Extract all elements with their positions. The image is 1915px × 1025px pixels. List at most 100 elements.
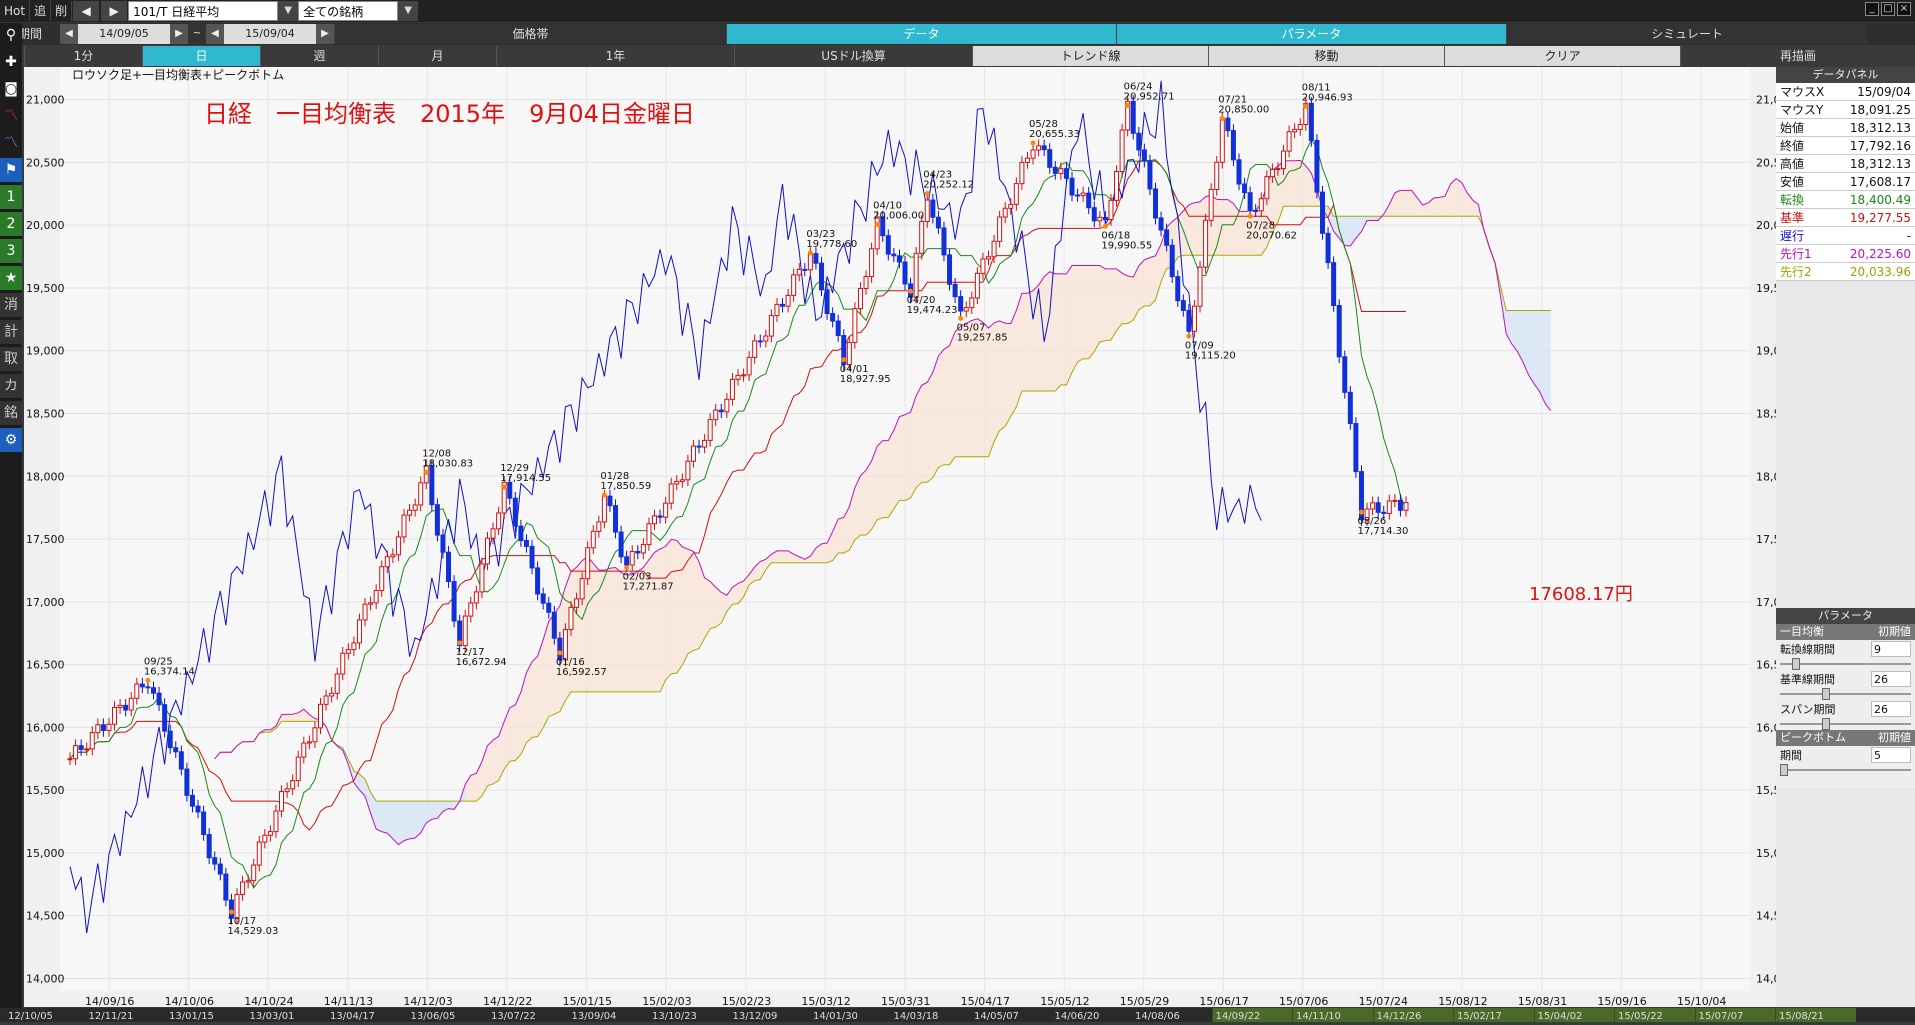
data-row: 始値18,312.13 bbox=[1776, 119, 1915, 137]
gear-icon[interactable]: ⚙ bbox=[0, 428, 22, 452]
param-slider[interactable] bbox=[1780, 718, 1911, 730]
peakbottom-reset[interactable]: 初期値 bbox=[1874, 730, 1915, 746]
tab-simulate[interactable]: シミュレート bbox=[1506, 24, 1867, 44]
flag-icon[interactable]: ⚑ bbox=[0, 158, 22, 182]
data-row-value: 20,033.96 bbox=[1850, 263, 1911, 280]
peak-value: 19,115.20 bbox=[1185, 350, 1236, 361]
candle-body bbox=[697, 446, 701, 447]
y-tick-left: 14,500 bbox=[26, 910, 65, 923]
universe-dropdown-icon[interactable]: ▼ bbox=[398, 1, 418, 21]
clear-button[interactable]: クリア bbox=[1444, 46, 1680, 66]
candle-body bbox=[285, 789, 289, 792]
peak-value: 17,271.87 bbox=[623, 582, 674, 593]
candle-body bbox=[369, 603, 373, 604]
candle-body bbox=[68, 759, 72, 760]
tab-week[interactable]: 週 bbox=[260, 46, 378, 66]
tab-day[interactable]: 日 bbox=[142, 46, 260, 66]
redraw-button[interactable]: 再描画 bbox=[1680, 46, 1915, 66]
bottom-time-axis[interactable]: 12/10/0512/11/2113/01/1513/03/0113/04/17… bbox=[0, 1008, 1915, 1022]
peak-value: 20,252.12 bbox=[923, 180, 974, 191]
date-from-field[interactable]: 14/09/05 bbox=[78, 24, 170, 44]
bottom-axis-tick: 13/10/23 bbox=[652, 1011, 697, 1022]
sidebar-item-erase[interactable]: 消 bbox=[0, 293, 22, 317]
param-slider[interactable] bbox=[1780, 658, 1911, 670]
maximize-icon[interactable]: □ bbox=[1881, 2, 1895, 16]
symbol-dropdown-icon[interactable]: ▼ bbox=[278, 1, 298, 21]
candle-body bbox=[430, 465, 434, 504]
prev-arrow-icon[interactable]: ◀ bbox=[73, 1, 99, 21]
date-from-right-icon[interactable]: ▶ bbox=[170, 24, 188, 44]
y-tick-right: 15,000 bbox=[1756, 847, 1776, 860]
candle-body bbox=[135, 684, 139, 698]
sidebar-item-ka[interactable]: カ bbox=[0, 374, 22, 398]
hot-button[interactable]: Hot bbox=[0, 1, 30, 21]
candle-body bbox=[1059, 169, 1063, 174]
tab-price-zone[interactable]: 価格帯 bbox=[334, 24, 726, 44]
minimize-icon[interactable]: _ bbox=[1865, 2, 1879, 16]
candle-body bbox=[686, 461, 690, 480]
tab-usd[interactable]: USドル換算 bbox=[734, 46, 972, 66]
sidebar-item-calc[interactable]: 計 bbox=[0, 320, 22, 344]
candle-body bbox=[1103, 217, 1107, 219]
candle-body bbox=[1209, 189, 1213, 220]
star-icon[interactable]: ★ bbox=[0, 266, 22, 290]
candle-body bbox=[113, 708, 117, 725]
chart-area[interactable]: 09/2516,374.1410/1714,529.0312/0818,030.… bbox=[24, 67, 1776, 1007]
candle-body bbox=[1309, 103, 1313, 140]
peak-period-input[interactable]: 5 bbox=[1871, 747, 1911, 763]
delete-button[interactable]: 削 bbox=[51, 1, 72, 21]
candle-body bbox=[953, 284, 957, 296]
sidebar-item-3[interactable]: 3 bbox=[0, 239, 22, 263]
candle-body bbox=[246, 881, 250, 882]
peak-value: 16,374.14 bbox=[144, 666, 195, 677]
peak-period-slider[interactable] bbox=[1780, 764, 1911, 776]
date-to-left-icon[interactable]: ◀ bbox=[206, 24, 224, 44]
search-icon[interactable]: ⚲ bbox=[0, 23, 22, 47]
next-arrow-icon[interactable]: ▶ bbox=[101, 1, 127, 21]
peak-marker bbox=[875, 222, 880, 227]
tab-1year[interactable]: 1年 bbox=[496, 46, 734, 66]
candle-body bbox=[319, 704, 323, 728]
param-input[interactable]: 26 bbox=[1871, 671, 1911, 687]
camera-icon[interactable]: ◙ bbox=[0, 77, 22, 101]
ichimoku-chart[interactable]: 09/2516,374.1410/1714,529.0312/0818,030.… bbox=[24, 67, 1776, 1007]
add-button[interactable]: 追 bbox=[30, 1, 51, 21]
peak-value: 17,714.30 bbox=[1357, 526, 1408, 537]
bottom-axis-tick: 13/06/05 bbox=[411, 1011, 456, 1022]
candle-body bbox=[1259, 199, 1263, 211]
candle-body bbox=[597, 522, 601, 531]
ichimoku-reset[interactable]: 初期値 bbox=[1874, 624, 1915, 640]
candle-body bbox=[491, 529, 495, 538]
tab-parameter[interactable]: パラメータ bbox=[1116, 24, 1506, 44]
sidebar-item-2[interactable]: 2 bbox=[0, 212, 22, 236]
param-label: 基準線期間 bbox=[1780, 671, 1835, 687]
param-input[interactable]: 9 bbox=[1871, 641, 1911, 657]
chart-blue-icon[interactable]: 〽 bbox=[0, 131, 22, 155]
date-to-right-icon[interactable]: ▶ bbox=[316, 24, 334, 44]
data-row: 安値17,608.17 bbox=[1776, 173, 1915, 191]
tab-1min[interactable]: 1分 bbox=[24, 46, 142, 66]
sidebar-item-take[interactable]: 取 bbox=[0, 347, 22, 371]
sidebar-item-1[interactable]: 1 bbox=[0, 185, 22, 209]
close-icon[interactable]: × bbox=[1897, 2, 1911, 16]
chart-red-icon[interactable]: 〽 bbox=[0, 104, 22, 128]
param-input[interactable]: 26 bbox=[1871, 701, 1911, 717]
candle-body bbox=[1348, 392, 1352, 423]
candle-body bbox=[914, 253, 918, 297]
chart-title: 日経 一目均衡表 2015年 9月04日金曜日 bbox=[204, 100, 695, 128]
sidebar-item-brand[interactable]: 銘 bbox=[0, 401, 22, 425]
date-to-field[interactable]: 15/09/04 bbox=[224, 24, 316, 44]
tab-month[interactable]: 月 bbox=[378, 46, 496, 66]
tab-data[interactable]: データ bbox=[726, 24, 1116, 44]
date-from-left-icon[interactable]: ◀ bbox=[60, 24, 78, 44]
move-button[interactable]: 移動 bbox=[1208, 46, 1444, 66]
symbol-input[interactable]: 101/T 日経平均 bbox=[128, 1, 278, 21]
param-slider[interactable] bbox=[1780, 688, 1911, 700]
data-row: 先行120,225.60 bbox=[1776, 245, 1915, 263]
crosshair-icon[interactable]: ✚ bbox=[0, 50, 22, 74]
peak-marker bbox=[841, 357, 846, 362]
universe-select[interactable]: 全ての銘柄 bbox=[298, 1, 398, 21]
candle-body bbox=[931, 200, 935, 217]
trendline-button[interactable]: トレンド線 bbox=[972, 46, 1208, 66]
candle-body bbox=[307, 742, 311, 743]
